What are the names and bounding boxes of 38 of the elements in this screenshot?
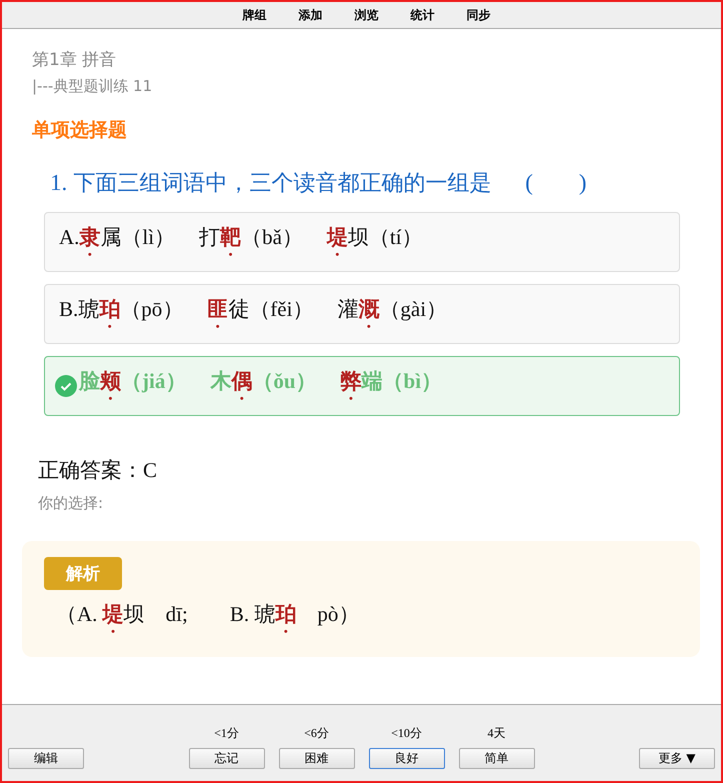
answer-button[interactable]: 忘记 [188,748,264,769]
section-title: 单项选择题 [32,118,128,143]
option-word: 弊端（bì） [340,368,442,395]
section-path: |---典型题训练 11 [32,76,154,97]
option-word: A.隶属（lì） [59,224,176,251]
answer-button[interactable]: 良好 [368,748,444,769]
explanation-tag: 解析 [44,557,122,590]
interval-label: <10分 [391,725,422,742]
option-word: 木偶（ǒu） [210,368,317,395]
answer-button[interactable]: 简单 [458,748,534,769]
more-button[interactable]: 更多 ▼ [639,748,715,769]
answer-button[interactable]: 困难 [278,748,354,769]
correct-answer: 正确答案：C [38,457,158,484]
option-word: 打靶（bǎ） [199,224,303,251]
explanation-text: （A. 堤坝 dī; B. 琥珀 pò） [56,601,360,628]
option-word: 灌溉（gài） [337,296,448,323]
answer-blank: ( ) [525,169,587,197]
menu-link[interactable]: 统计 [410,6,434,24]
option-card[interactable]: B.琥珀（pō） 匪徒（fěi） 灌溉（gài） [44,284,680,344]
question-number: 1. [50,170,68,196]
option-word: 脸颊（jiá） [79,368,186,395]
menu-link[interactable]: 添加 [298,6,322,24]
chapter-title: 第1章 拼音 [32,49,118,72]
check-icon [55,375,77,397]
option-card[interactable]: 脸颊（jiá） 木偶（ǒu） 弊端（bì） [44,356,680,416]
interval-label: 4天 [488,725,506,742]
option-word: B.琥珀（pō） [59,296,184,323]
interval-label: <6分 [304,725,329,742]
option-word: 匪徒（fěi） [207,296,314,323]
interval-label: <1分 [214,725,239,742]
menu-link[interactable]: 牌组 [242,6,266,24]
menu-link[interactable]: 浏览 [354,6,378,24]
your-choice: 你的选择: [38,494,104,513]
option-word: 堤坝（tí） [326,224,423,251]
question-text: 下面三组词语中，三个读音都正确的一组是 [73,170,492,198]
menu-link[interactable]: 同步 [466,6,490,24]
option-card[interactable]: A.隶属（lì） 打靶（bǎ） 堤坝（tí） [44,212,680,272]
edit-button[interactable]: 编辑 [8,748,84,769]
